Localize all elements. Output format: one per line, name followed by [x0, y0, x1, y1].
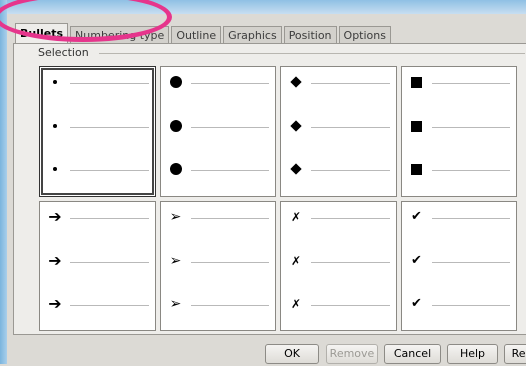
arrow-bullet-icon: ➔: [48, 250, 62, 270]
tab-numbering-type[interactable]: Numbering type: [70, 26, 170, 44]
bullets-numbering-dialog: Bullets Numbering type Outline Graphics …: [7, 14, 526, 364]
diamond-bullet-icon: [290, 163, 302, 175]
cross-bullet-icon: ✗: [290, 209, 302, 224]
square-bullet-icon: [411, 120, 422, 132]
arrow-bullet-icon: ➔: [48, 206, 62, 226]
tab-position[interactable]: Position: [283, 26, 337, 44]
tab-outline[interactable]: Outline: [171, 26, 222, 44]
bullet-style-small-dot[interactable]: [39, 66, 156, 197]
selection-separator: [99, 53, 525, 54]
selection-legend: Selection: [35, 46, 92, 59]
large-dot-bullet-icon: [169, 76, 182, 88]
window-frame-top: [0, 0, 526, 14]
tab-bullets[interactable]: Bullets: [15, 23, 69, 44]
tab-options[interactable]: Options: [338, 26, 391, 44]
bullet-style-check[interactable]: ✔ ✔ ✔: [400, 200, 517, 331]
square-bullet-icon: [411, 76, 422, 88]
cross-bullet-icon: ✗: [290, 296, 302, 311]
small-dot-bullet-icon: [53, 124, 57, 128]
bullet-style-large-dot[interactable]: [159, 66, 276, 197]
bullets-tab-panel: Selection ➔ ➔ ➔ ➢ ➢ ➢ ✗ ✗ ✗ ✔ ✔ ✔: [13, 43, 526, 335]
check-bullet-icon: ✔: [411, 209, 422, 224]
ok-button[interactable]: OK: [265, 344, 319, 364]
help-button[interactable]: Help: [447, 344, 498, 364]
small-dot-bullet-icon: [53, 80, 57, 84]
bullet-style-arrowhead[interactable]: ➢ ➢ ➢: [159, 200, 276, 331]
remove-button[interactable]: Remove: [326, 344, 378, 364]
tab-graphics[interactable]: Graphics: [223, 26, 282, 44]
arrowhead-bullet-icon: ➢: [169, 295, 182, 312]
diamond-bullet-icon: [290, 76, 302, 88]
large-dot-bullet-icon: [169, 120, 182, 132]
cross-bullet-icon: ✗: [290, 253, 302, 268]
bullet-style-arrow[interactable]: ➔ ➔ ➔: [39, 200, 156, 331]
arrowhead-bullet-icon: ➢: [169, 208, 182, 225]
dialog-button-row: OK Remove Cancel Help Reset: [7, 344, 526, 366]
bullet-style-diamond[interactable]: [280, 66, 397, 197]
bullet-style-square[interactable]: [400, 66, 517, 197]
square-bullet-icon: [411, 163, 422, 175]
arrowhead-bullet-icon: ➢: [169, 252, 182, 269]
cancel-button[interactable]: Cancel: [384, 344, 441, 364]
window-frame-left: [0, 0, 7, 364]
tab-bar: Bullets Numbering type Outline Graphics …: [15, 22, 393, 44]
diamond-bullet-icon: [290, 120, 302, 132]
bullet-style-cross[interactable]: ✗ ✗ ✗: [280, 200, 397, 331]
small-dot-bullet-icon: [53, 167, 57, 171]
check-bullet-icon: ✔: [411, 296, 422, 311]
bullet-style-grid: ➔ ➔ ➔ ➢ ➢ ➢ ✗ ✗ ✗ ✔ ✔ ✔: [39, 66, 517, 331]
arrow-bullet-icon: ➔: [48, 293, 62, 313]
reset-button[interactable]: Reset: [504, 344, 526, 364]
check-bullet-icon: ✔: [411, 253, 422, 268]
large-dot-bullet-icon: [169, 163, 182, 175]
